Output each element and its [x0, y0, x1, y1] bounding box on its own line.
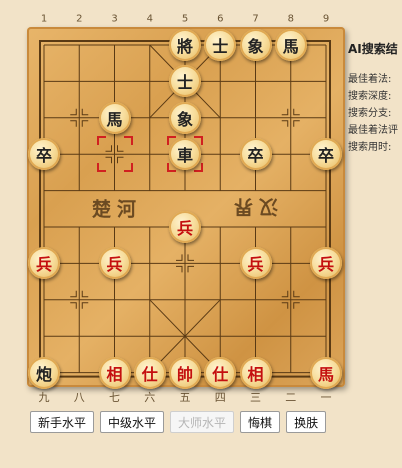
red-piece[interactable]: 兵	[28, 247, 60, 280]
red-piece[interactable]: 相	[239, 356, 272, 389]
panel-row-search-branches: 搜索分支:	[348, 108, 392, 119]
master-level-button: 大师水平	[170, 411, 235, 433]
panel-row-best-move: 最佳着法:	[348, 74, 392, 85]
top-coordinate: 8	[287, 13, 294, 25]
black-piece[interactable]: 炮	[28, 356, 60, 389]
bottom-coordinate: 四	[214, 391, 226, 404]
red-piece[interactable]: 兵	[310, 247, 342, 280]
bottom-coordinate: 二	[285, 391, 297, 404]
red-piece[interactable]: 兵	[239, 247, 272, 280]
red-piece[interactable]: 仕	[204, 356, 237, 389]
red-piece[interactable]: 兵	[169, 211, 201, 243]
panel-row-search-depth: 搜索深度:	[348, 91, 392, 102]
top-coordinate: 2	[76, 13, 83, 25]
black-piece[interactable]: 象	[169, 101, 201, 134]
red-piece[interactable]: 兵	[98, 247, 131, 280]
black-piece[interactable]: 卒	[239, 138, 272, 171]
red-piece[interactable]: 馬	[310, 356, 342, 389]
ai-search-panel: AI搜索结 最佳着法: 搜索深度: 搜索分支: 最佳着法评 搜索用时:	[348, 40, 402, 156]
beginner-level-button[interactable]: 新手水平	[30, 411, 95, 433]
red-piece[interactable]: 相	[98, 356, 131, 389]
bottom-coordinate: 一	[320, 391, 332, 404]
bottom-coordinate: 三	[250, 391, 261, 404]
bottom-coordinate: 七	[109, 391, 120, 404]
panel-row-search-time: 搜索用时:	[348, 142, 392, 153]
bottom-coordinate: 五	[179, 391, 191, 404]
red-piece[interactable]: 仕	[133, 356, 166, 389]
top-coordinate: 7	[252, 13, 259, 25]
black-piece[interactable]: 象	[239, 29, 272, 61]
control-buttons: 新手水平 中级水平 大师水平 悔棋 换肤	[30, 411, 327, 433]
red-piece[interactable]: 帥	[169, 356, 201, 389]
river-label-chu: 楚河	[91, 198, 143, 221]
last-move-from-marker	[96, 136, 133, 173]
bottom-coordinate: 八	[73, 391, 85, 404]
top-coordinate: 6	[217, 13, 224, 25]
black-piece[interactable]: 士	[169, 65, 201, 98]
intermediate-level-button[interactable]: 中级水平	[100, 411, 165, 433]
black-piece[interactable]: 卒	[28, 138, 60, 171]
top-coordinate: 9	[322, 13, 330, 25]
top-coordinate: 1	[40, 13, 48, 25]
top-coordinate: 4	[146, 13, 153, 25]
change-skin-button[interactable]: 换肤	[286, 411, 327, 433]
river-label-han: 汉界	[227, 195, 279, 218]
bottom-coordinate: 九	[38, 391, 50, 404]
top-coordinate: 3	[111, 13, 118, 25]
panel-row-best-move-eval: 最佳着法评	[348, 125, 398, 136]
black-piece[interactable]: 卒	[310, 138, 342, 171]
black-piece[interactable]: 將	[169, 29, 201, 61]
game-stage: 123456789九八七六五四三二一 楚河 汉界 將士象馬士馬象卒車卒卒兵兵兵兵…	[0, 0, 402, 468]
panel-title: AI搜索结	[348, 42, 398, 56]
black-piece[interactable]: 車	[169, 138, 201, 171]
black-piece[interactable]: 士	[204, 29, 237, 61]
black-piece[interactable]: 馬	[274, 29, 307, 61]
top-coordinate: 5	[181, 13, 189, 25]
bottom-coordinate: 六	[144, 391, 156, 404]
undo-button[interactable]: 悔棋	[240, 411, 281, 433]
black-piece[interactable]: 馬	[98, 101, 131, 134]
